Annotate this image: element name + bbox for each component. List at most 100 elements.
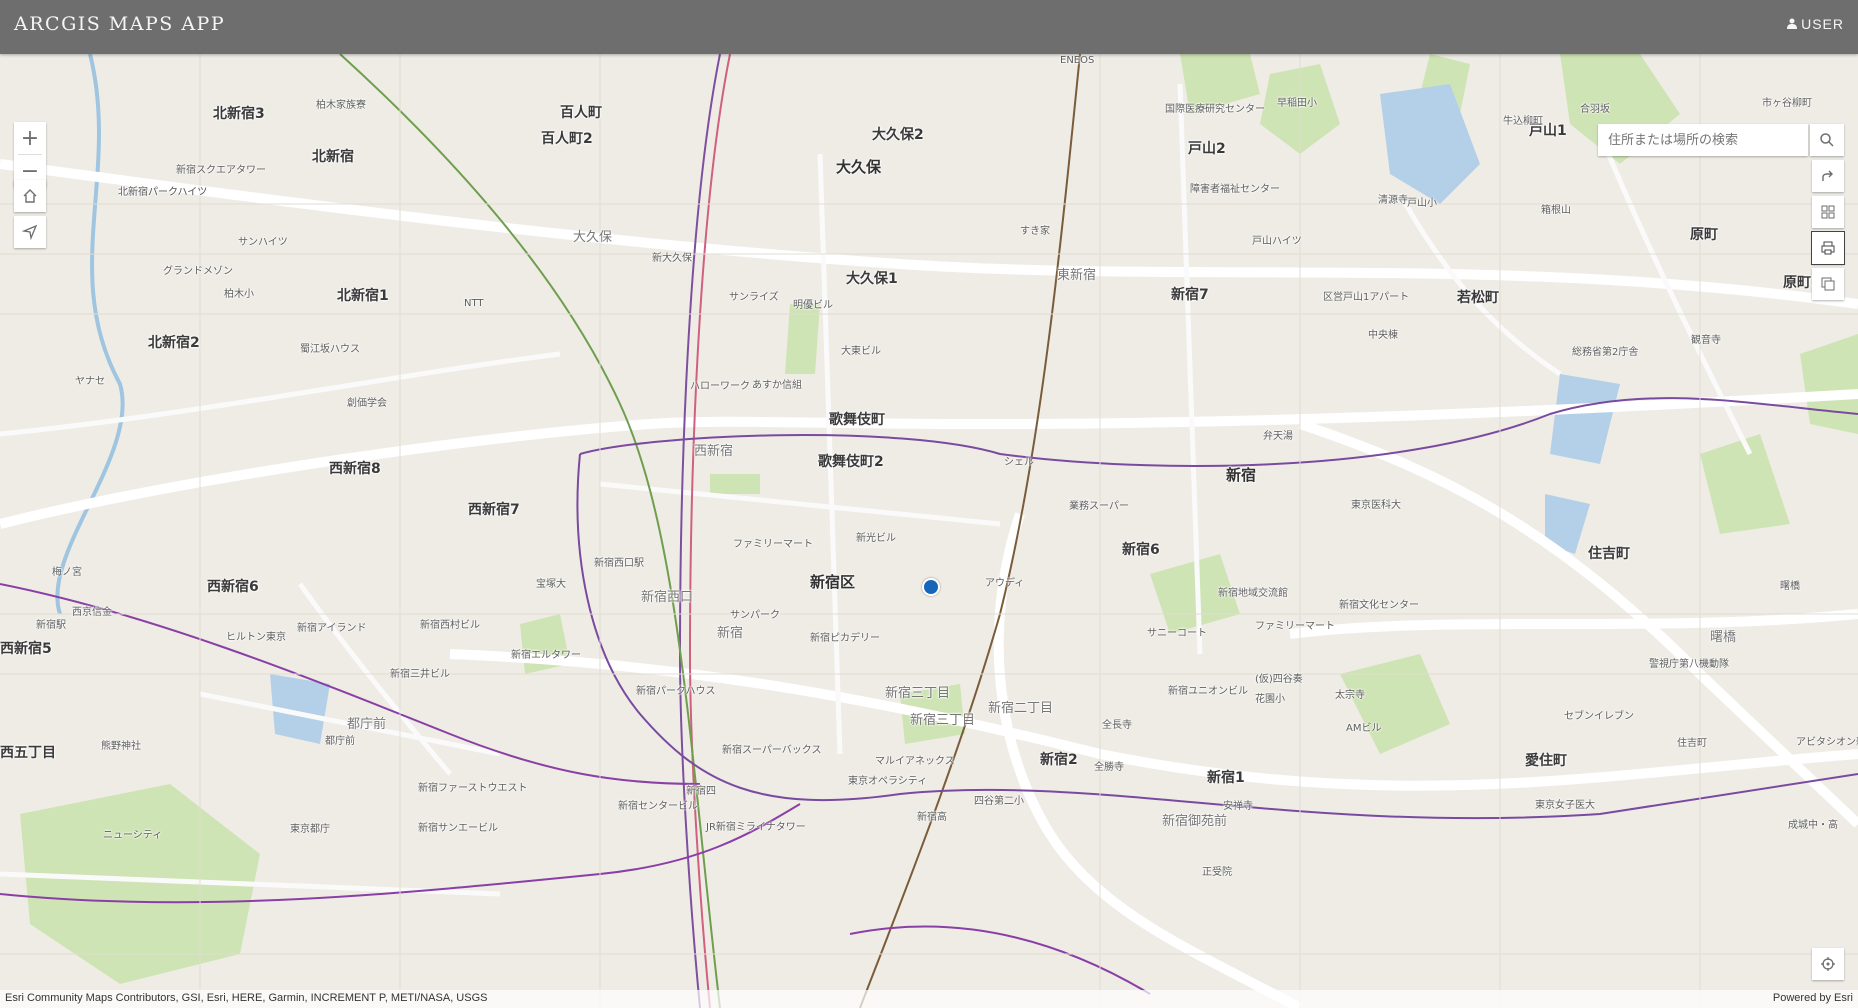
poi-label: セブンイレブン — [1564, 711, 1634, 722]
poi-label: 早稲田小 — [1277, 98, 1317, 109]
poi-label: 市ヶ谷柳町 — [1762, 98, 1812, 109]
poi-label: 東京女子医大 — [1535, 800, 1595, 811]
poi-label: すき家 — [1020, 226, 1050, 237]
share-button[interactable] — [1812, 160, 1844, 192]
search-button[interactable] — [1810, 124, 1844, 156]
district-label: 大久保1 — [846, 271, 898, 287]
zoom-in-button[interactable]: + — [14, 122, 46, 154]
user-button[interactable]: USER — [1787, 16, 1844, 32]
poi-label: 新宿高 — [917, 812, 947, 823]
poi-label: サンライズ — [729, 292, 779, 303]
poi-label: 新光ビル — [856, 533, 896, 544]
district-label: 新宿2 — [1040, 752, 1078, 768]
poi-label: あすか信組 — [752, 380, 802, 391]
grid-icon — [1821, 205, 1835, 219]
poi-label: アウディ — [985, 578, 1025, 589]
poi-label: 新宿西口駅 — [594, 558, 644, 569]
layer-list-button[interactable] — [1812, 268, 1844, 300]
poi-label: 新宿地域交流館 — [1218, 588, 1288, 599]
poi-label: 宝塚大 — [536, 579, 566, 590]
poi-label: 蜀江坂ハウス — [300, 344, 360, 355]
area-label: 新宿三丁目 — [910, 713, 976, 728]
poi-label: NTT — [464, 298, 484, 309]
district-label: 西五丁目 — [0, 745, 56, 761]
area-label: 曙橋 — [1710, 630, 1737, 645]
poi-label: シェル — [1004, 457, 1034, 468]
poi-label: 新宿スクエアタワー — [176, 165, 266, 176]
user-label: USER — [1801, 16, 1844, 32]
poi-label: 区営戸山1アパート — [1323, 292, 1410, 303]
district-label: 住吉町 — [1588, 546, 1630, 562]
district-label: 北新宿1 — [337, 288, 389, 304]
attribution-bar: Esri Community Maps Contributors, GSI, E… — [0, 990, 1858, 1008]
poi-label: 新宿スーパーバックス — [722, 745, 822, 756]
district-label: 西新宿5 — [0, 641, 52, 657]
district-label: 西新宿6 — [207, 579, 259, 595]
district-label: 新宿 — [1226, 466, 1257, 484]
home-button[interactable] — [14, 180, 46, 212]
district-label: 若松町 — [1457, 290, 1499, 306]
poi-label: 新宿ピカデリー — [810, 633, 880, 644]
poi-label: 新宿四 — [686, 786, 716, 797]
locate-crosshair-button[interactable] — [1812, 948, 1844, 980]
district-label: 大久保 — [836, 158, 882, 176]
district-label: 大久保2 — [872, 127, 924, 143]
locate-arrow-icon — [22, 224, 38, 240]
district-label: 新宿6 — [1122, 542, 1160, 558]
district-label: 西新宿7 — [468, 502, 520, 518]
search-icon — [1820, 133, 1834, 147]
share-icon — [1822, 170, 1833, 181]
location-marker[interactable] — [922, 578, 940, 596]
poi-label: アビタシオン新宿 — [1796, 737, 1858, 748]
district-label: 新宿7 — [1171, 287, 1209, 303]
poi-label: ファミリーマート — [733, 539, 813, 550]
poi-label: 熊野神社 — [101, 741, 141, 752]
poi-label: 東京オペラシティ — [848, 776, 928, 787]
poi-label: 柏木家族寮 — [316, 100, 366, 111]
basemap-gallery-button[interactable] — [1812, 196, 1844, 228]
area-label: 新宿御苑前 — [1162, 814, 1228, 829]
app-root: ARCGIS MAPS APP USER 北新宿3 北新宿 北新宿1 北新宿2 … — [0, 0, 1858, 1008]
print-icon — [1821, 241, 1835, 255]
map-view[interactable]: 北新宿3 北新宿 北新宿1 北新宿2 西新宿8 西新宿7 西新宿6 西新宿5 百… — [0, 54, 1858, 1008]
poi-label: 明優ビル — [793, 300, 833, 311]
poi-label: 国際医療研究センター — [1165, 104, 1265, 115]
poi-label: 四谷第二小 — [974, 796, 1024, 807]
zoom-control: + − — [14, 122, 46, 187]
poi-label: サンパーク — [730, 610, 780, 621]
print-button[interactable] — [1811, 231, 1845, 265]
locate-button[interactable] — [14, 216, 46, 248]
home-icon — [23, 189, 37, 203]
poi-label: 正受院 — [1202, 867, 1232, 878]
search-container — [1598, 124, 1808, 156]
search-input[interactable] — [1606, 131, 1800, 149]
district-label: 西新宿8 — [329, 461, 381, 477]
poi-label: 太宗寺 — [1335, 690, 1365, 701]
poi-label: 新宿パークハウス — [636, 686, 716, 697]
poi-label: 戸山小 — [1407, 198, 1437, 209]
poi-label: JR新宿ミライナタワー — [706, 822, 806, 833]
area-label: 東新宿 — [1057, 268, 1097, 283]
poi-label: 北新宿パークハイツ — [118, 187, 208, 198]
district-label: 北新宿3 — [213, 106, 265, 122]
powered-by[interactable]: Powered by Esri — [1773, 992, 1853, 1004]
poi-label: グランドメゾン — [163, 266, 233, 277]
poi-label: 総務省第2庁舎 — [1572, 347, 1639, 358]
poi-label: 曙橋 — [1780, 581, 1800, 592]
poi-label: マルイアネックス — [875, 756, 955, 767]
poi-label: ハローワーク — [690, 381, 750, 392]
attribution-text[interactable]: Esri Community Maps Contributors, GSI, E… — [5, 992, 487, 1004]
poi-label: 全勝寺 — [1094, 762, 1124, 773]
district-label: 歌舞伎町 — [829, 412, 885, 428]
poi-label: 梅ノ宮 — [52, 567, 82, 578]
poi-label: サニーコート — [1147, 628, 1207, 639]
poi-label: 新宿文化センター — [1339, 600, 1419, 611]
poi-label: 新宿アイランド — [297, 623, 367, 634]
district-label: 北新宿2 — [148, 335, 200, 351]
poi-label: 住吉町 — [1677, 738, 1707, 749]
area-label: 西新宿 — [694, 444, 734, 459]
layers-icon — [1821, 277, 1835, 291]
poi-label: 警視庁第八機動隊 — [1649, 659, 1729, 670]
area-label: 都庁前 — [347, 717, 387, 732]
poi-label: 全長寺 — [1102, 720, 1132, 731]
